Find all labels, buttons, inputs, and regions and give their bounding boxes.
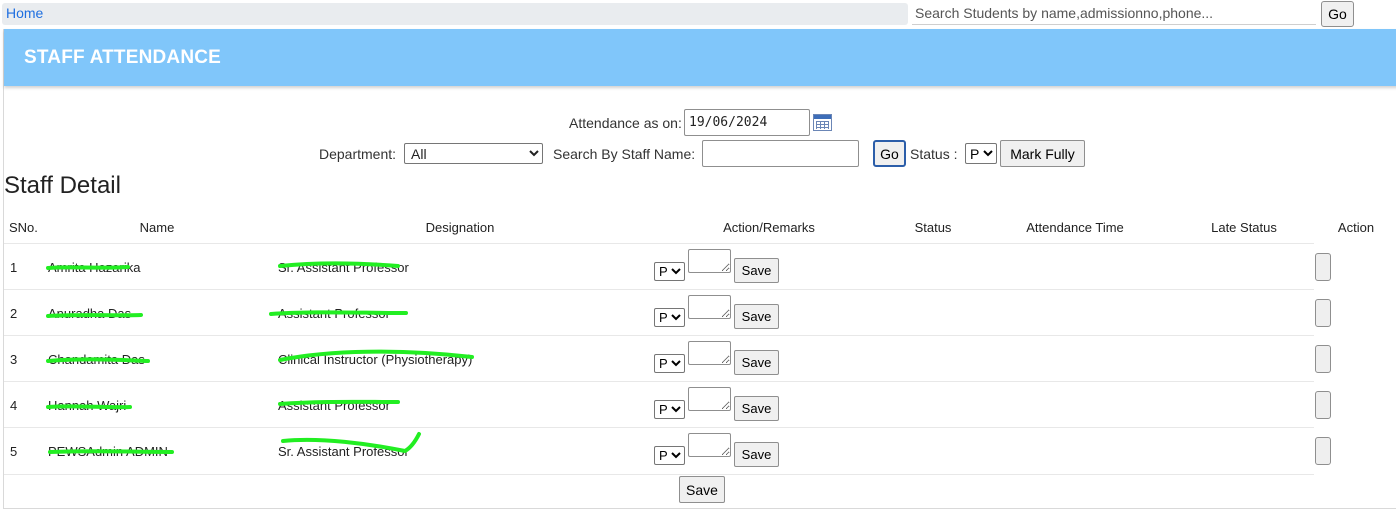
row-save-button[interactable]: Save — [734, 258, 779, 283]
row-action-button[interactable] — [1315, 437, 1331, 465]
row-save-button[interactable]: Save — [734, 442, 779, 467]
row-remarks-input[interactable] — [688, 249, 731, 273]
row-sno: 3 — [10, 352, 18, 367]
row-status-select[interactable]: P — [654, 354, 685, 373]
row-designation: Sr. Assistant Professor — [278, 444, 409, 459]
page-title: STAFF ATTENDANCE — [24, 47, 222, 68]
student-search-input[interactable] — [912, 2, 1316, 25]
top-bar: Home Go — [0, 0, 1396, 28]
save-all-button[interactable]: Save — [679, 476, 725, 503]
row-save-button[interactable]: Save — [734, 304, 779, 329]
header-designation: Designation — [425, 220, 495, 235]
row-status-select[interactable]: P — [654, 308, 685, 327]
department-select[interactable]: All — [404, 143, 543, 164]
header-late-status: Late Status — [1211, 220, 1277, 235]
table-row: 1 Amrita Hazarika Sr. Assistant Professo… — [4, 243, 1331, 290]
row-name: PEWSAdmin ADMIN — [48, 444, 168, 459]
staff-name-input[interactable] — [702, 140, 859, 167]
table-row: 5 PEWSAdmin ADMIN Sr. Assistant Professo… — [4, 427, 1331, 475]
row-status-select[interactable]: P — [654, 400, 685, 419]
table-row: 4 Hannah Wajri Assistant Professor P Sav… — [4, 381, 1331, 428]
status-label: Status : — [910, 146, 958, 162]
staff-search-go-button[interactable]: Go — [873, 140, 906, 167]
row-name: Chandamita Das — [48, 352, 145, 367]
header-action-remarks: Action/Remarks — [723, 220, 815, 235]
row-designation: Sr. Assistant Professor — [278, 260, 409, 275]
mark-fully-button[interactable]: Mark Fully — [1000, 140, 1085, 167]
header-attendance-time: Attendance Time — [1026, 220, 1124, 235]
row-designation: Assistant Professor — [278, 398, 390, 413]
header-sno: SNo. — [9, 220, 38, 235]
row-designation: Assistant Professor — [278, 306, 390, 321]
row-remarks-input[interactable] — [688, 433, 731, 457]
row-remarks-input[interactable] — [688, 295, 731, 319]
attendance-date-label: Attendance as on: — [569, 115, 682, 131]
home-link[interactable]: Home — [6, 5, 43, 21]
row-action-button[interactable] — [1315, 299, 1331, 327]
row-remarks-input[interactable] — [688, 387, 731, 411]
row-status-select[interactable]: P — [654, 262, 685, 281]
attendance-date-input[interactable] — [684, 109, 810, 136]
header-status: Status — [914, 220, 952, 235]
staff-name-label: Search By Staff Name: — [553, 146, 696, 162]
row-sno: 2 — [10, 306, 18, 321]
department-label: Department: — [319, 146, 397, 162]
panel-header: STAFF ATTENDANCE — [4, 29, 1396, 86]
row-sno: 4 — [10, 398, 18, 413]
row-sno: 1 — [10, 260, 18, 275]
table-row: 3 Chandamita Das Clinical Instructor (Ph… — [4, 335, 1331, 382]
row-save-button[interactable]: Save — [734, 350, 779, 375]
calendar-icon[interactable] — [813, 114, 832, 131]
table-row: 2 Anuradha Das Assistant Professor P Sav… — [4, 289, 1331, 336]
section-title: Staff Detail — [4, 172, 121, 199]
student-search-go-button[interactable]: Go — [1321, 1, 1354, 27]
row-sno: 5 — [10, 444, 18, 459]
row-name: Anuradha Das — [48, 306, 132, 321]
row-action-button[interactable] — [1315, 253, 1331, 281]
row-status-select[interactable]: P — [654, 446, 685, 465]
row-action-button[interactable] — [1315, 345, 1331, 373]
row-action-button[interactable] — [1315, 391, 1331, 419]
breadcrumb: Home — [2, 3, 908, 25]
row-name: Amrita Hazarika — [48, 260, 141, 275]
row-remarks-input[interactable] — [688, 341, 731, 365]
row-save-button[interactable]: Save — [734, 396, 779, 421]
status-select[interactable]: P — [965, 143, 997, 164]
row-name: Hannah Wajri — [48, 398, 127, 413]
row-designation: Clinical Instructor (Physiotherapy) — [278, 352, 473, 367]
header-action: Action — [1337, 220, 1375, 235]
header-name: Name — [139, 220, 175, 235]
